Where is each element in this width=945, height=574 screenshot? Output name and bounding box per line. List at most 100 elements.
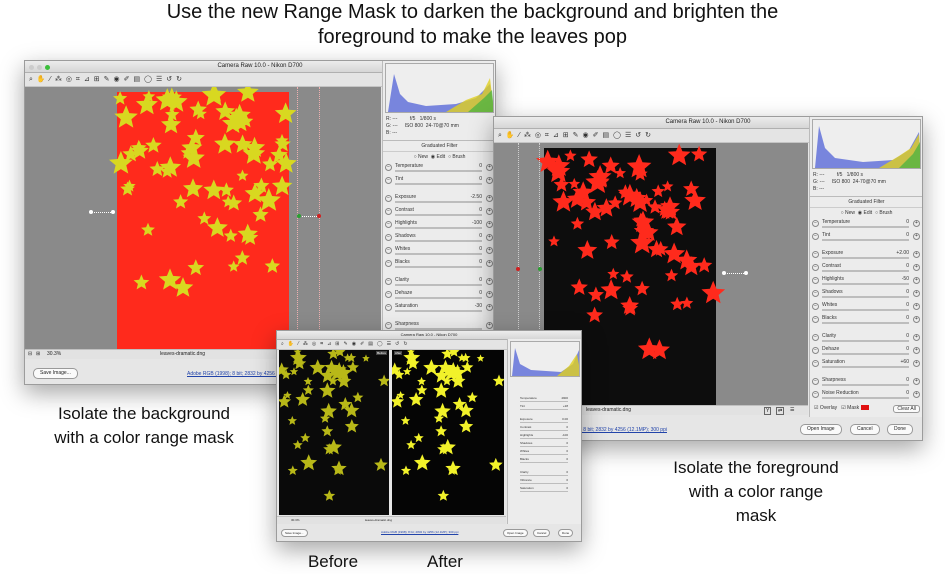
zoom-icon[interactable]: ⌕ [29,76,33,83]
plus-icon[interactable]: + [913,391,920,398]
rotate-left-icon[interactable]: ↺ [395,341,399,347]
right-gradient-pin-green[interactable] [538,267,542,271]
slider-track[interactable] [520,454,568,455]
slider-value[interactable]: 0 [906,346,909,352]
minus-icon[interactable]: − [812,391,819,398]
zoom-out-button[interactable]: ⊟ [28,350,32,359]
color-sampler-icon[interactable]: ⁂ [55,76,62,83]
minus-icon[interactable]: − [812,233,819,240]
zoom-in-button[interactable]: ⊞ [36,350,40,359]
mask-checkbox[interactable]: ☑ Mask [841,405,859,411]
slider-track[interactable] [520,438,568,439]
slider-track[interactable] [520,475,568,476]
slider-value[interactable]: -100 [472,220,482,226]
slider-track[interactable] [395,214,482,216]
transform-icon[interactable]: ⊞ [335,341,339,347]
close-window-icon[interactable] [29,65,34,70]
zoom-icon[interactable]: ⌕ [281,341,284,347]
slider-track[interactable] [520,422,568,423]
hand-icon[interactable]: ✋ [506,132,515,139]
slider-track[interactable] [395,201,482,203]
plus-icon[interactable]: + [486,234,493,241]
slider-whites[interactable]: −Whites0+ [508,448,581,456]
slider-clarity[interactable]: −Clarity 0 + [383,276,495,289]
radial-filter-icon[interactable]: ◯ [144,76,152,83]
right-filter-mode-radios[interactable]: ○ New ◉ Edit ○ Brush [810,208,922,218]
slider-exposure[interactable]: − Exposure +2.00 + [810,249,922,262]
minus-icon[interactable]: − [812,303,819,310]
slider-temperature[interactable]: − Temperature 0 + [383,162,495,175]
adjustment-brush-icon[interactable]: ✐ [360,341,364,347]
open-image-button[interactable]: Open Image [800,424,842,435]
slider-tint[interactable]: −Tint+28+ [508,403,581,411]
slider-value[interactable]: 0 [479,207,482,213]
minus-icon[interactable]: − [385,234,392,241]
filter-mode-radios[interactable]: ○ New ◉ Edit ○ Brush [383,152,495,162]
slider-blacks[interactable]: −Blacks0+ [508,456,581,464]
minus-icon[interactable]: − [385,177,392,184]
plus-icon[interactable]: + [913,264,920,271]
target-adjust-icon[interactable]: ◎ [535,132,541,139]
slider-value[interactable]: 0 [479,176,482,182]
minus-icon[interactable]: − [385,260,392,267]
zoom-window-icon[interactable] [45,65,50,70]
slider-temperature[interactable]: −Temperature4900+ [508,395,581,403]
slider-value[interactable]: 0 [479,277,482,283]
slider-track[interactable] [395,170,482,172]
slider-contrast[interactable]: −Contrast0+ [383,206,495,219]
slider-dehaze[interactable]: − Dehaze 0 + [383,289,495,302]
slider-value[interactable]: -50 [902,276,909,282]
slider-saturation[interactable]: − Saturation -30 + [383,302,495,315]
presets-icon[interactable]: ☰ [625,132,631,139]
slider-exposure[interactable]: − Exposure -2.50 + [383,193,495,206]
plus-icon[interactable]: + [486,221,493,228]
rotate-right-icon[interactable]: ↻ [403,341,407,347]
plus-icon[interactable]: + [486,278,493,285]
slider-saturation[interactable]: − Saturation +60 + [810,358,922,371]
slider-track[interactable] [822,283,909,285]
slider-value[interactable]: 0 [906,315,909,321]
slider-track[interactable] [822,257,909,259]
graduated-filter-icon[interactable]: ▤ [368,341,373,347]
slider-contrast[interactable]: −Contrast0+ [508,424,581,432]
minus-icon[interactable]: − [812,316,819,323]
plus-icon[interactable]: + [913,251,920,258]
slider-track[interactable] [395,227,482,229]
crop-icon[interactable]: ⌗ [545,132,549,139]
small-done-button[interactable]: Done [558,529,574,537]
slider-track[interactable] [395,240,482,242]
minus-icon[interactable]: − [385,164,392,171]
straighten-icon[interactable]: ⊿ [553,132,559,139]
crop-icon[interactable]: ⌗ [76,76,80,83]
slider-value[interactable]: 0 [906,390,909,396]
gradient-pin-green[interactable] [297,214,301,218]
minus-icon[interactable]: − [812,220,819,227]
slider-value[interactable]: +2.00 [896,250,909,256]
slider-blacks[interactable]: −Blacks0+ [810,314,922,327]
minus-icon[interactable]: − [812,264,819,271]
straighten-icon[interactable]: ⊿ [327,341,331,347]
transform-icon[interactable]: ⊞ [563,132,569,139]
slider-value[interactable]: 0 [906,333,909,339]
slider-value[interactable]: 0 [479,259,482,265]
slider-value[interactable]: 0 [906,289,909,295]
slider-track[interactable] [520,462,568,463]
slider-value[interactable]: 4900 [561,396,568,400]
rotate-left-icon[interactable]: ↺ [166,76,172,83]
slider-value[interactable]: 0 [566,449,568,453]
red-eye-icon[interactable]: ◉ [352,341,356,347]
target-adjust-icon[interactable]: ◎ [66,76,72,83]
slider-track[interactable] [520,483,568,484]
cancel-button[interactable]: Cancel [850,424,880,435]
plus-icon[interactable]: + [913,360,920,367]
slider-track[interactable] [822,397,909,399]
plus-icon[interactable]: + [486,247,493,254]
plus-icon[interactable]: + [913,316,920,323]
overlay-checkbox[interactable]: ☑ Overlay [814,405,837,411]
adjustment-brush-icon[interactable]: ✐ [593,132,599,139]
slider-dehaze[interactable]: − Dehaze 0 + [810,345,922,358]
clear-all-button[interactable]: Clear All [893,405,920,413]
rotate-right-icon[interactable]: ↻ [176,76,182,83]
graduated-filter-icon[interactable]: ▤ [602,132,609,139]
zoom-level[interactable]: 30.3% [47,350,61,359]
